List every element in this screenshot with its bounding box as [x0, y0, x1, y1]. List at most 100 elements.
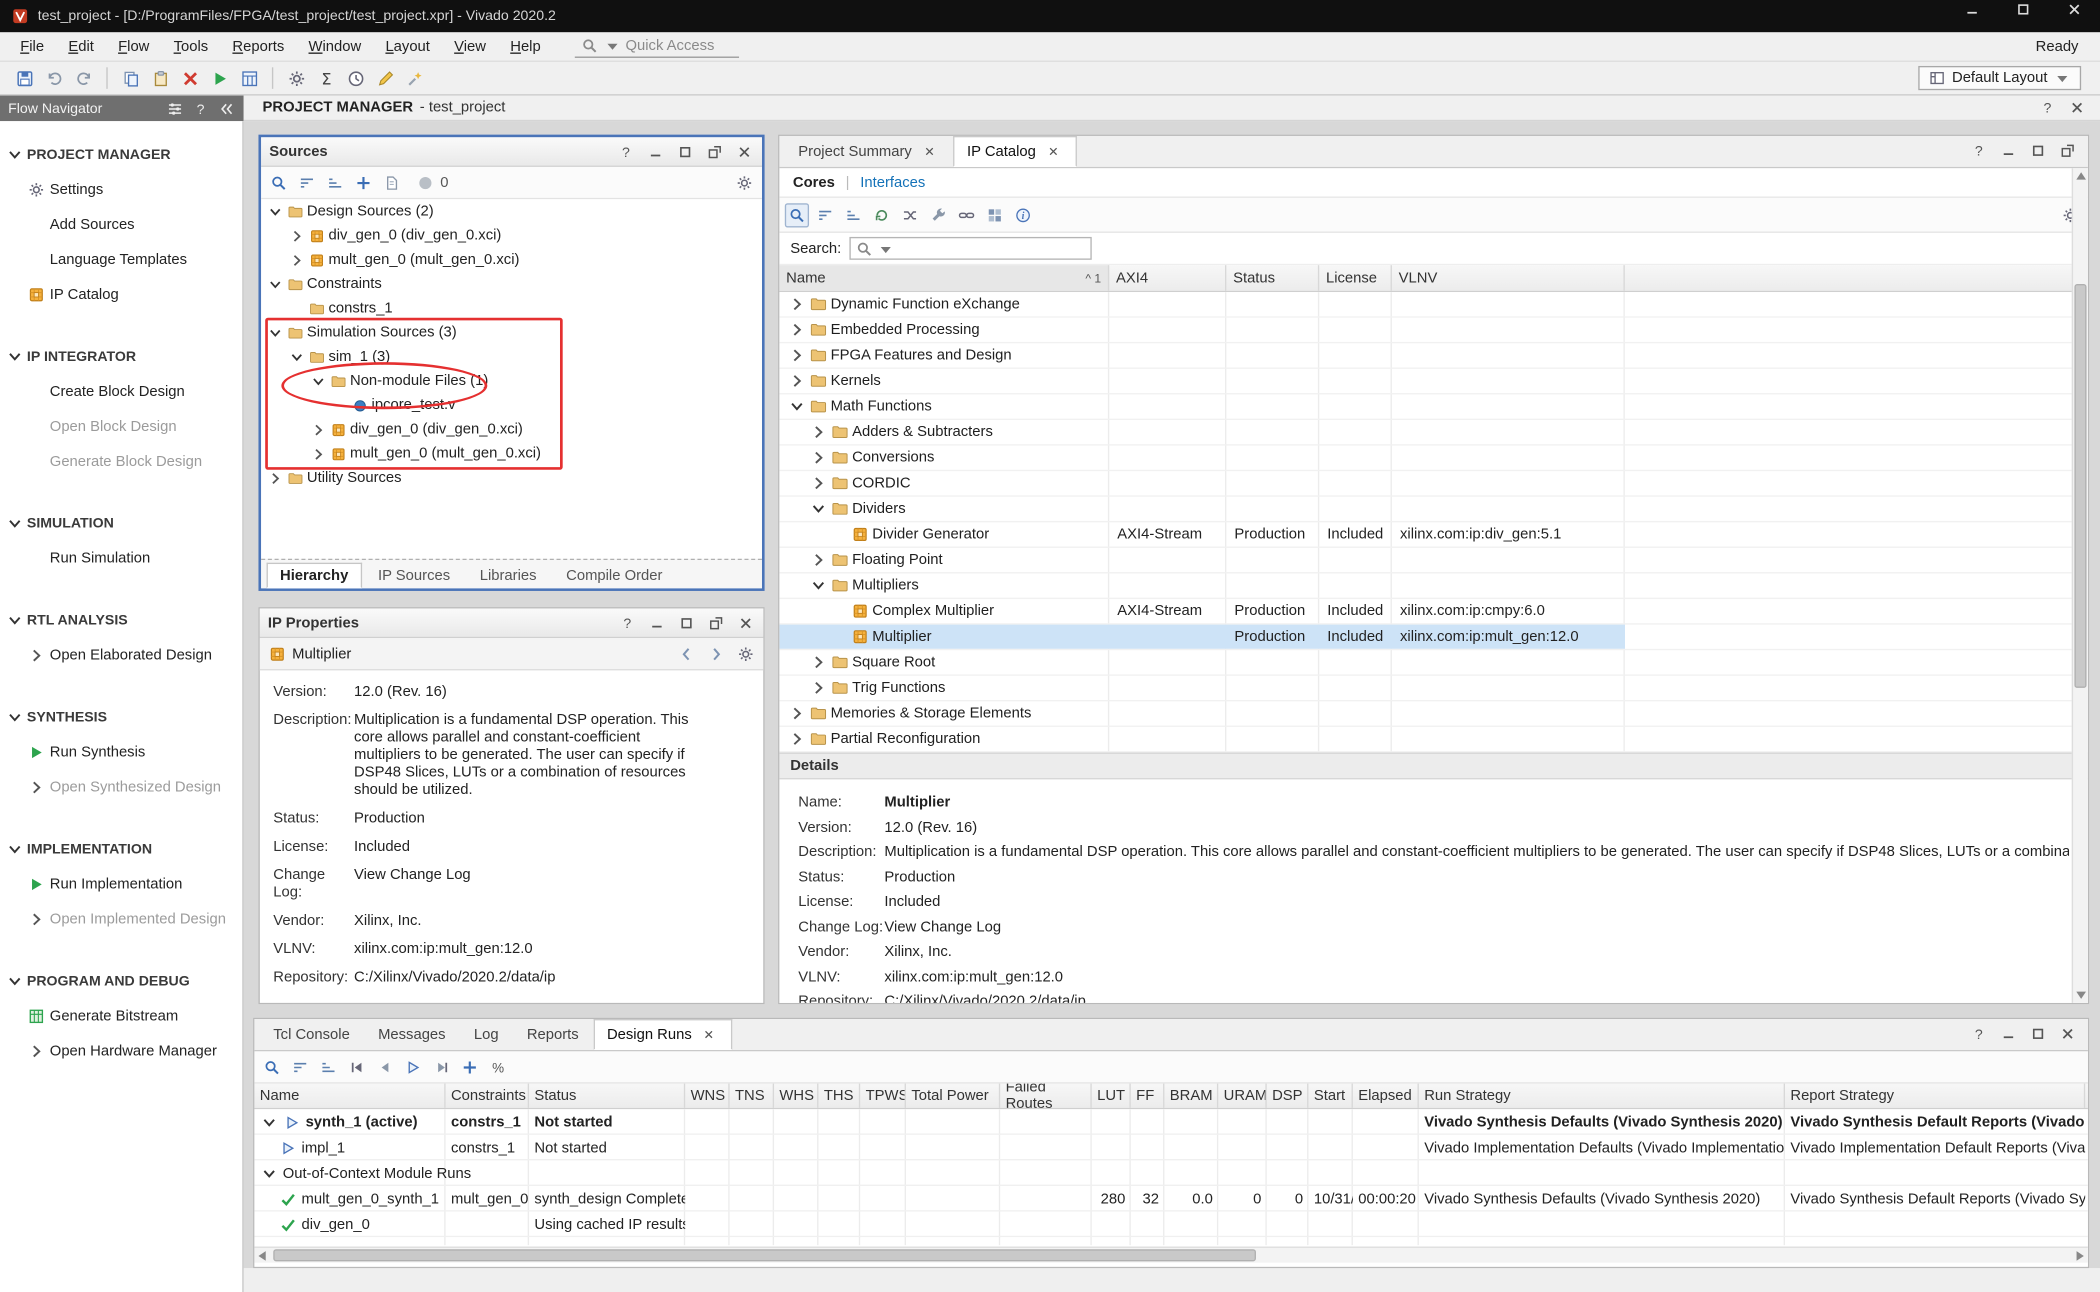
catalog-row-divider-generator[interactable]: Divider GeneratorAXI4-StreamProductionIn…: [779, 522, 2087, 548]
column-header-license[interactable]: License: [1319, 265, 1392, 291]
menu-flow[interactable]: Flow: [106, 38, 162, 54]
column-header-tpws[interactable]: TPWS: [860, 1084, 906, 1108]
run-icon[interactable]: [401, 1055, 425, 1079]
chevron-down-icon[interactable]: [787, 397, 806, 416]
tab-project-summary[interactable]: Project Summary: [785, 136, 952, 167]
chevron-right-icon[interactable]: [787, 346, 806, 365]
expand-all-icon[interactable]: [323, 170, 347, 194]
sources-tab-compile-order[interactable]: Compile Order: [553, 563, 676, 589]
catalog-row-dynamic-function-exchange[interactable]: Dynamic Function eXchange: [779, 292, 2087, 318]
info-icon[interactable]: i: [1011, 203, 1035, 227]
back-icon[interactable]: [373, 1055, 397, 1079]
menu-layout[interactable]: Layout: [373, 38, 442, 54]
chevron-right-icon[interactable]: [27, 910, 46, 929]
chevron-right-icon[interactable]: [288, 227, 305, 244]
flow-section-implementation[interactable]: IMPLEMENTATION: [0, 832, 242, 867]
chevron-down-icon[interactable]: [5, 708, 24, 727]
chevron-down-icon[interactable]: [5, 514, 24, 533]
collapse-all-icon[interactable]: [288, 1055, 312, 1079]
flow-item-generate-block-design[interactable]: Generate Block Design: [0, 444, 242, 479]
column-header-name[interactable]: Name^ 1: [779, 265, 1109, 291]
menu-file[interactable]: File: [8, 38, 56, 54]
close-icon[interactable]: [2058, 1024, 2077, 1043]
clean-icon[interactable]: [401, 65, 428, 92]
sources-tab-ip-sources[interactable]: IP Sources: [364, 563, 463, 589]
help-icon[interactable]: ?: [1969, 1024, 1988, 1043]
cancel-icon[interactable]: [176, 65, 203, 92]
catalog-row-fpga-features-and-design[interactable]: FPGA Features and Design: [779, 343, 2087, 369]
settings-icon[interactable]: [732, 170, 756, 194]
flow-item-open-synthesized-design[interactable]: Open Synthesized Design: [0, 770, 242, 805]
chevron-down-icon[interactable]: [5, 840, 24, 859]
undo-icon[interactable]: [40, 65, 67, 92]
column-header-lut[interactable]: LUT: [1092, 1084, 1131, 1108]
play-icon[interactable]: [206, 65, 233, 92]
add-icon[interactable]: [458, 1055, 482, 1079]
flow-item-ip-catalog[interactable]: IP Catalog: [0, 277, 242, 312]
layout-selector[interactable]: Default Layout: [1918, 66, 2081, 90]
run-row-impl-1[interactable]: impl_1constrs_1Not startedVivado Impleme…: [254, 1135, 2087, 1161]
chevron-right-icon[interactable]: [27, 1042, 46, 1061]
gear-icon[interactable]: [283, 65, 310, 92]
column-header-elapsed[interactable]: Elapsed: [1353, 1084, 1419, 1108]
source-tree-item-utility-sources[interactable]: Utility Sources: [261, 466, 762, 490]
collapse-all-icon[interactable]: [295, 170, 319, 194]
maximize-button[interactable]: [1998, 0, 2049, 19]
help-icon[interactable]: ?: [1969, 141, 1988, 160]
catalog-row-kernels[interactable]: Kernels: [779, 369, 2087, 395]
minimize-icon[interactable]: [1999, 1024, 2018, 1043]
menu-window[interactable]: Window: [296, 38, 373, 54]
source-tree-item-design-sources-2[interactable]: Design Sources (2): [261, 199, 762, 223]
catalog-row-embedded-processing[interactable]: Embedded Processing: [779, 318, 2087, 344]
horizontal-scrollbar[interactable]: [254, 1247, 2087, 1263]
flow-item-settings[interactable]: Settings: [0, 172, 242, 207]
column-header-tns[interactable]: TNS: [730, 1084, 774, 1108]
scroll-down-icon[interactable]: [2073, 987, 2089, 1003]
catalog-row-multiplier[interactable]: MultiplierProductionIncludedxilinx.com:i…: [779, 625, 2087, 651]
chevron-right-icon[interactable]: [310, 421, 327, 438]
catalog-row-dividers[interactable]: Dividers: [779, 497, 2087, 523]
clock-icon[interactable]: [342, 65, 369, 92]
field-value[interactable]: Production: [884, 869, 955, 885]
settings-icon[interactable]: [736, 644, 755, 663]
chevron-right-icon[interactable]: [809, 653, 828, 672]
search-icon[interactable]: [267, 170, 291, 194]
maximize-icon[interactable]: [2029, 141, 2048, 160]
search-icon[interactable]: [260, 1055, 284, 1079]
close-icon[interactable]: [920, 142, 939, 161]
column-header-ff[interactable]: FF: [1131, 1084, 1165, 1108]
chevron-right-icon[interactable]: [809, 448, 828, 467]
flow-section-simulation[interactable]: SIMULATION: [0, 506, 242, 541]
chevron-down-icon[interactable]: [267, 203, 284, 220]
field-value[interactable]: View Change Log: [354, 867, 697, 902]
source-tree-item-div-gen-0-div-gen-0-xci[interactable]: div_gen_0 (div_gen_0.xci): [261, 417, 762, 441]
quick-access-search[interactable]: Quick Access: [574, 35, 738, 58]
menu-edit[interactable]: Edit: [56, 38, 106, 54]
edit-icon[interactable]: [372, 65, 399, 92]
source-tree-item-constrs-1[interactable]: constrs_1: [261, 296, 762, 320]
source-tree-item-non-module-files-1[interactable]: Non-module Files (1): [261, 369, 762, 393]
chevron-down-icon[interactable]: [260, 1113, 279, 1132]
skip-start-icon[interactable]: [345, 1055, 369, 1079]
scroll-right-icon[interactable]: [2072, 1248, 2088, 1264]
forward-icon[interactable]: [707, 644, 726, 663]
tab-design-runs[interactable]: Design Runs: [594, 1019, 733, 1050]
view-interfaces[interactable]: Interfaces: [860, 174, 925, 190]
close-button[interactable]: [2049, 0, 2100, 19]
catalog-row-math-functions[interactable]: Math Functions: [779, 394, 2087, 420]
column-header-start[interactable]: Start: [1308, 1084, 1352, 1108]
close-icon[interactable]: [700, 1025, 719, 1044]
percent-icon[interactable]: %: [486, 1055, 510, 1079]
collapse-all-icon[interactable]: [813, 203, 837, 227]
view-cores[interactable]: Cores: [793, 174, 835, 190]
chevron-down-icon[interactable]: [5, 972, 24, 991]
grid-icon[interactable]: [983, 203, 1007, 227]
close-icon[interactable]: [1044, 142, 1063, 161]
chevron-right-icon[interactable]: [27, 646, 46, 665]
catalog-row-floating-point[interactable]: Floating Point: [779, 548, 2087, 574]
help-icon[interactable]: ?: [617, 142, 636, 161]
column-header-failed-routes[interactable]: Failed Routes: [1000, 1084, 1092, 1108]
flow-item-create-block-design[interactable]: Create Block Design: [0, 374, 242, 409]
sources-tab-hierarchy[interactable]: Hierarchy: [267, 563, 362, 589]
chevron-down-icon[interactable]: [809, 576, 828, 595]
